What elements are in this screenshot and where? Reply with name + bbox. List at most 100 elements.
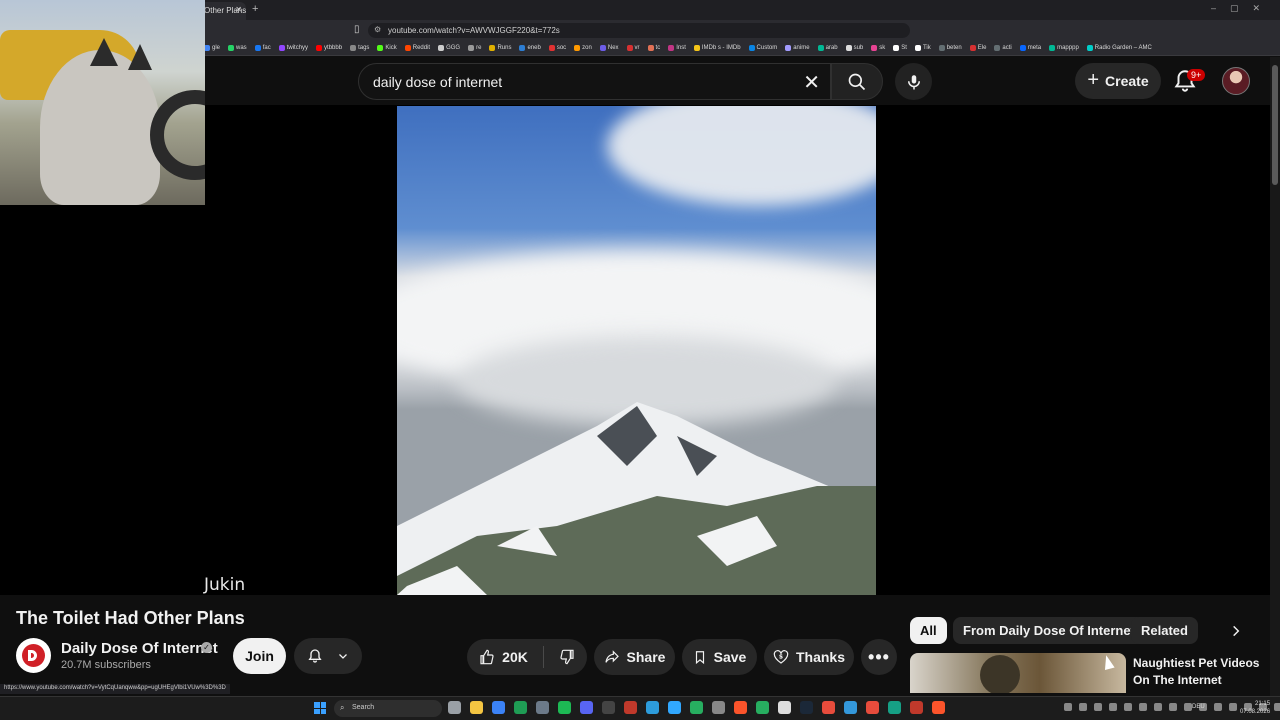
bookmark-item[interactable]: beten <box>938 44 962 51</box>
app-icon[interactable] <box>888 701 901 714</box>
chip-from-channel[interactable]: From Daily Dose Of Internet <box>953 617 1145 644</box>
new-tab-button[interactable]: + <box>252 3 258 15</box>
keyboard-language[interactable]: DEU <box>1192 704 1205 710</box>
voice-search-button[interactable] <box>895 63 932 100</box>
excel-icon[interactable] <box>514 701 527 714</box>
tray-icon[interactable] <box>1124 703 1132 711</box>
bookmark-item[interactable]: twitchyy <box>278 44 308 51</box>
bookmark-item[interactable]: sk <box>871 44 885 51</box>
bookmark-item[interactable]: was <box>228 44 247 51</box>
share-button[interactable]: Share <box>594 639 675 675</box>
tray-icon[interactable] <box>1154 703 1162 711</box>
app-icon[interactable] <box>910 701 923 714</box>
site-info-icon[interactable]: ⚙ <box>374 25 381 34</box>
save-button[interactable]: Save <box>682 639 757 675</box>
tray-icon[interactable] <box>1169 703 1177 711</box>
bookmark-item[interactable]: gle <box>204 44 220 51</box>
address-bar[interactable]: ⚙ youtube.com/watch?v=AWVWJGGF220&t=772s <box>368 23 910 38</box>
bookmark-item[interactable]: Inst <box>668 44 686 51</box>
window-controls[interactable]: –▢✕ <box>1211 3 1274 14</box>
app-icon[interactable] <box>844 701 857 714</box>
app-icon[interactable] <box>536 701 549 714</box>
tray-icon[interactable] <box>1184 703 1192 711</box>
bookmark-item[interactable]: vr <box>626 44 640 51</box>
steam-icon[interactable] <box>800 701 813 714</box>
bookmark-item[interactable]: mapppp <box>1049 44 1079 51</box>
search-button[interactable] <box>831 63 883 100</box>
app-icon[interactable] <box>602 701 615 714</box>
bookmark-item[interactable]: tc <box>647 44 660 51</box>
bookmark-item[interactable]: Runs <box>489 44 511 51</box>
thanks-button[interactable]: $ Thanks <box>764 639 854 675</box>
join-button[interactable]: Join <box>233 638 286 674</box>
bookmark-item[interactable]: IMDb s - IMDb <box>693 44 741 51</box>
clear-search-icon[interactable]: ✕ <box>803 70 820 95</box>
bookmark-item[interactable]: zon <box>574 44 592 51</box>
app-icon[interactable] <box>646 701 659 714</box>
search-input[interactable]: daily dose of internet <box>373 74 502 90</box>
taskbar-search[interactable]: ⌕ Search <box>334 700 442 717</box>
scrollbar-thumb[interactable] <box>1272 65 1278 185</box>
app-icon[interactable] <box>690 701 703 714</box>
bookmark-item[interactable]: Tik <box>914 44 931 51</box>
windows-start-icon[interactable] <box>314 702 326 714</box>
bookmark-item[interactable]: Nex <box>599 44 619 51</box>
bookmark-item[interactable]: meta <box>1019 44 1041 51</box>
bookmark-item[interactable]: re <box>468 44 481 51</box>
channel-name[interactable]: Daily Dose Of Internet <box>61 640 218 657</box>
bookmark-item[interactable]: Reddit <box>404 44 430 51</box>
tray-icon[interactable] <box>1079 703 1087 711</box>
tray-icon[interactable] <box>1109 703 1117 711</box>
app-icon[interactable] <box>778 701 791 714</box>
bookmark-item[interactable]: Custom <box>748 44 777 51</box>
file-explorer-icon[interactable] <box>470 701 483 714</box>
bookmark-item[interactable]: fac <box>254 44 271 51</box>
recommendation-thumbnail[interactable] <box>910 653 1126 693</box>
tab-close-icon[interactable]: ✕ <box>235 5 242 14</box>
bookmark-item[interactable]: soc <box>548 44 566 51</box>
brave-icon[interactable] <box>932 701 945 714</box>
bookmark-item[interactable]: ytbbbb <box>316 44 342 51</box>
bookmark-item[interactable]: arab <box>817 44 838 51</box>
channel-avatar[interactable] <box>16 638 51 673</box>
video-frame[interactable] <box>397 106 876 595</box>
browser-tab[interactable]: Other Plans ✕ <box>200 2 246 20</box>
like-count[interactable]: 20K <box>502 649 528 665</box>
more-actions-button[interactable]: ••• <box>861 639 897 675</box>
create-button[interactable]: + Create <box>1075 63 1161 99</box>
search-box[interactable]: daily dose of internet ✕ <box>358 63 831 100</box>
discord-icon[interactable] <box>580 701 593 714</box>
opera-icon[interactable] <box>866 701 879 714</box>
tray-icon[interactable] <box>1229 703 1237 711</box>
bookmark-item[interactable]: Ele <box>969 44 986 51</box>
taskbar-clock[interactable]: 21:15 07.08.2026 <box>1240 700 1270 716</box>
tray-icon[interactable] <box>1214 703 1222 711</box>
photoshop-icon[interactable] <box>668 701 681 714</box>
bookmark-item[interactable]: acti <box>994 44 1012 51</box>
bookmark-item[interactable]: anime <box>785 44 810 51</box>
subscription-bell-button[interactable] <box>294 638 362 674</box>
page-scrollbar[interactable] <box>1270 57 1280 696</box>
app-icon[interactable] <box>624 701 637 714</box>
recommendation-title[interactable]: Naughtiest Pet Videos On The Internet <box>1133 655 1263 689</box>
app-icon[interactable] <box>822 701 835 714</box>
tray-icon[interactable] <box>1094 703 1102 711</box>
bookmark-item[interactable]: St <box>893 44 907 51</box>
bookmark-item[interactable]: tags <box>350 44 369 51</box>
thumbs-down-icon[interactable] <box>559 649 575 665</box>
bookmark-item[interactable]: Radio Garden – AMC <box>1086 44 1152 51</box>
chip-all[interactable]: All <box>910 617 947 644</box>
chip-related[interactable]: Related <box>1131 617 1198 644</box>
settings-app-icon[interactable] <box>448 701 461 714</box>
tray-icon[interactable] <box>1064 703 1072 711</box>
account-avatar[interactable] <box>1222 67 1250 95</box>
bookmark-item[interactable]: GGG <box>438 44 460 51</box>
brave-icon[interactable] <box>734 701 747 714</box>
chevron-right-icon[interactable] <box>1222 617 1250 644</box>
spotify-icon[interactable] <box>558 701 571 714</box>
bookmark-item[interactable]: Kick <box>377 44 397 51</box>
bookmark-icon[interactable]: ▯ <box>354 24 360 35</box>
tray-icon[interactable] <box>1274 703 1280 711</box>
thumbs-up-icon[interactable] <box>479 649 495 665</box>
bookmark-item[interactable]: sub <box>845 44 863 51</box>
